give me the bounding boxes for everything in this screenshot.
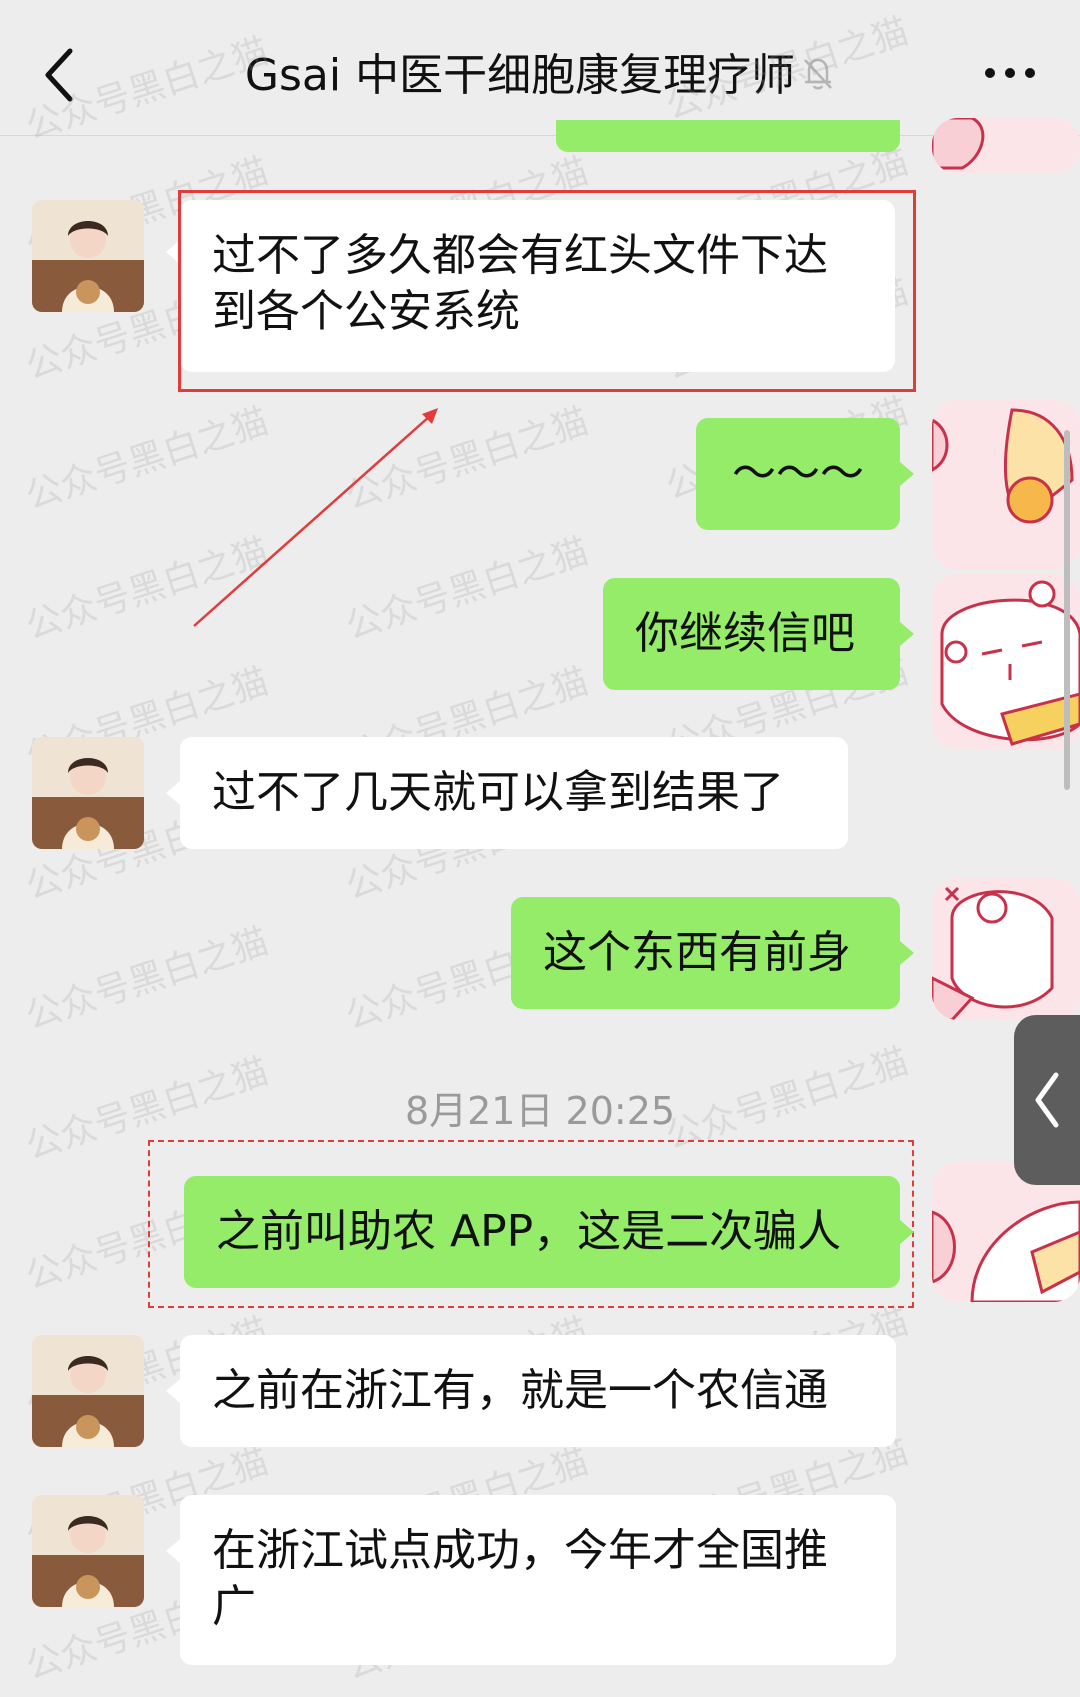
timestamp: 8月21日 20:25 xyxy=(404,1089,676,1133)
message-bubble-received[interactable]: 在浙江试点成功，今年才全国推广 xyxy=(180,1495,896,1665)
message-bubble-received[interactable]: 之前在浙江有，就是一个农信通 xyxy=(180,1335,896,1447)
chevron-left-icon xyxy=(1035,1072,1059,1128)
sticker-image xyxy=(932,118,985,170)
avatar[interactable] xyxy=(32,200,144,312)
sticker[interactable] xyxy=(932,878,1080,1020)
message-text: 之前叫助农 APP，这是二次骗人 xyxy=(216,1206,842,1257)
more-dots-icon xyxy=(985,68,1035,78)
bubble-tail xyxy=(900,1220,914,1244)
message-text: 这个东西有前身 xyxy=(543,927,851,978)
avatar-image xyxy=(32,200,144,312)
avatar-image xyxy=(32,737,144,849)
message-bubble-sent[interactable]: ～～～ xyxy=(696,418,900,530)
scrollbar[interactable] xyxy=(1064,430,1070,790)
bubble-tail xyxy=(166,1379,180,1403)
message-bubble-received[interactable]: 过不了几天就可以拿到结果了 xyxy=(180,737,848,849)
sticker-image xyxy=(932,400,1080,570)
message-bubble-sent[interactable]: 这个东西有前身 xyxy=(511,897,900,1009)
annotation-arrow-icon xyxy=(193,408,438,627)
more-button[interactable] xyxy=(980,58,1040,88)
bell-slash-icon xyxy=(801,50,835,106)
sticker-image xyxy=(932,878,1080,1020)
message-text: 你继续信吧 xyxy=(635,608,855,659)
message-bubble-sent[interactable]: 你继续信吧 xyxy=(603,578,900,690)
message-text: ～～～ xyxy=(732,448,864,499)
sticker-partial[interactable] xyxy=(932,118,1080,174)
sticker-image xyxy=(932,574,1080,750)
avatar[interactable] xyxy=(32,1495,144,1607)
bubble-tail xyxy=(900,462,914,486)
avatar[interactable] xyxy=(32,1335,144,1447)
bubble-tail xyxy=(166,1539,180,1563)
annotation-box xyxy=(178,190,916,392)
chat-title: Gsai 中医干细胞康复理疗师 xyxy=(0,48,1080,106)
avatar-image xyxy=(32,1335,144,1447)
avatar-image xyxy=(32,1495,144,1607)
watermark: 公众号黑白之猫 xyxy=(20,920,274,1038)
chat-title-text: Gsai 中医干细胞康复理疗师 xyxy=(244,50,796,101)
message-bubble-sent-partial[interactable] xyxy=(556,120,900,152)
avatar[interactable] xyxy=(32,737,144,849)
message-text: 之前在浙江有，就是一个农信通 xyxy=(212,1365,828,1416)
bubble-tail xyxy=(900,622,914,646)
bubble-tail xyxy=(900,941,914,965)
chat-header: Gsai 中医干细胞康复理疗师 xyxy=(0,0,1080,136)
message-text: 过不了几天就可以拿到结果了 xyxy=(212,767,784,818)
sticker[interactable] xyxy=(932,574,1080,750)
bubble-tail xyxy=(166,781,180,805)
sticker[interactable] xyxy=(932,400,1080,570)
message-bubble-sent[interactable]: 之前叫助农 APP，这是二次骗人 xyxy=(184,1176,900,1288)
side-collapse-tab[interactable] xyxy=(1014,1015,1080,1185)
message-text: 在浙江试点成功，今年才全国推广 xyxy=(212,1525,828,1632)
